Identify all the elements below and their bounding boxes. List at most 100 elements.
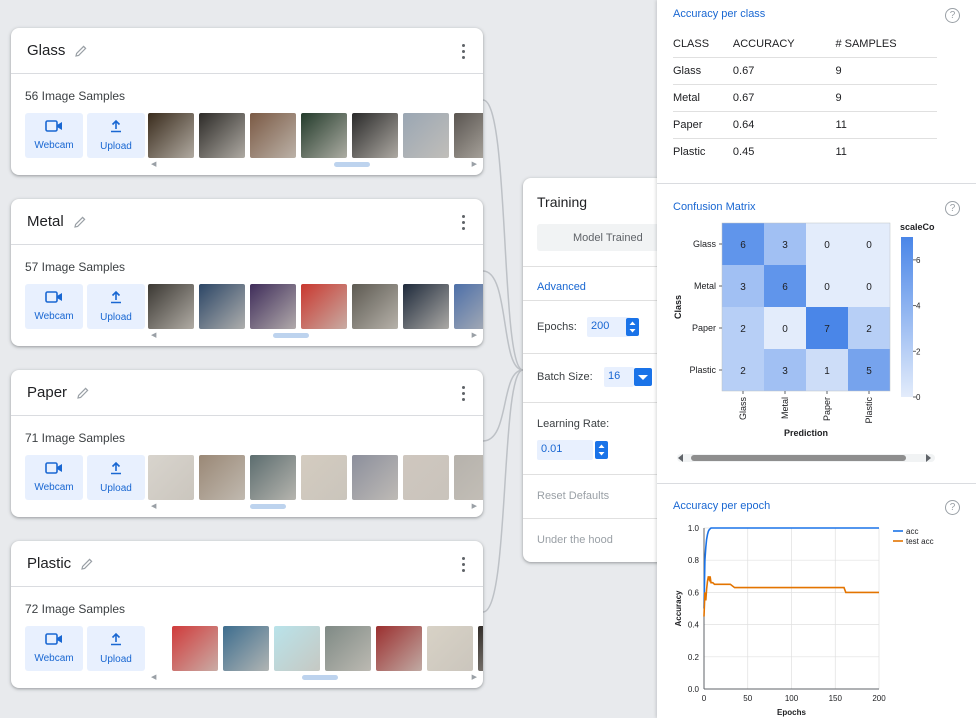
table-cell: 0.67 bbox=[732, 83, 836, 111]
sample-thumbnail[interactable] bbox=[376, 626, 422, 671]
table-header: # SAMPLES bbox=[835, 38, 897, 51]
webcam-button[interactable]: Webcam bbox=[25, 113, 83, 158]
sample-thumbnail[interactable] bbox=[301, 455, 347, 500]
sample-thumbnail[interactable] bbox=[454, 455, 483, 500]
sample-thumbnail[interactable] bbox=[223, 626, 269, 671]
sample-thumbnails bbox=[148, 284, 483, 329]
upload-icon bbox=[109, 632, 123, 649]
edit-pencil-icon[interactable] bbox=[76, 386, 90, 400]
x-tick-label: 150 bbox=[829, 694, 843, 703]
sample-count: 56 Image Samples bbox=[25, 89, 126, 103]
class-name[interactable]: Plastic bbox=[27, 555, 71, 572]
edit-pencil-icon[interactable] bbox=[80, 557, 94, 571]
help-icon[interactable]: ? bbox=[945, 8, 960, 23]
batch-size-dropdown-icon[interactable] bbox=[634, 368, 652, 386]
more-options-icon[interactable] bbox=[462, 44, 465, 59]
learning-rate-stepper[interactable] bbox=[595, 441, 608, 459]
table-cell: 9 bbox=[835, 56, 937, 84]
class-card-glass: Glass 56 Image Samples Webcam Upload ◀ ▶ bbox=[11, 28, 483, 175]
scroll-left-icon[interactable]: ◀ bbox=[151, 502, 156, 510]
epochs-input[interactable]: 200 bbox=[587, 317, 631, 337]
color-scale-tick: 2 bbox=[916, 347, 921, 356]
scroll-right-icon[interactable]: ▶ bbox=[472, 502, 477, 510]
sample-thumbnails bbox=[172, 626, 483, 671]
class-name[interactable]: Metal bbox=[27, 213, 64, 230]
sample-thumbnail[interactable] bbox=[274, 626, 320, 671]
scroll-left-icon[interactable]: ◀ bbox=[151, 673, 156, 681]
scroll-right-icon[interactable]: ▶ bbox=[472, 673, 477, 681]
scrollbar-thumb[interactable] bbox=[691, 455, 906, 461]
sample-thumbnail[interactable] bbox=[199, 113, 245, 158]
webcam-button[interactable]: Webcam bbox=[25, 284, 83, 329]
sample-thumbnail[interactable] bbox=[301, 284, 347, 329]
thumbnail-scrollbar[interactable]: ◀ ▶ bbox=[151, 160, 477, 168]
more-options-icon[interactable] bbox=[462, 557, 465, 572]
table-cell: Metal bbox=[673, 83, 733, 111]
scroll-left-icon[interactable]: ◀ bbox=[151, 160, 156, 168]
advanced-toggle[interactable]: Advanced bbox=[537, 281, 586, 293]
sample-thumbnail[interactable] bbox=[250, 284, 296, 329]
edit-pencil-icon[interactable] bbox=[73, 215, 87, 229]
table-cell: 11 bbox=[835, 110, 937, 138]
webcam-icon bbox=[45, 462, 63, 477]
sample-thumbnail[interactable] bbox=[403, 455, 449, 500]
sample-thumbnail[interactable] bbox=[148, 455, 194, 500]
sample-thumbnail[interactable] bbox=[172, 626, 218, 671]
thumbnail-scrollbar[interactable]: ◀ ▶ bbox=[151, 331, 477, 339]
sample-count: 57 Image Samples bbox=[25, 260, 126, 274]
epochs-stepper[interactable] bbox=[626, 318, 639, 336]
thumbnail-scrollbar[interactable]: ◀ ▶ bbox=[151, 502, 477, 510]
upload-button[interactable]: Upload bbox=[87, 626, 145, 671]
sample-thumbnail[interactable] bbox=[250, 455, 296, 500]
upload-button[interactable]: Upload bbox=[87, 284, 145, 329]
class-name[interactable]: Paper bbox=[27, 384, 67, 401]
sample-thumbnail[interactable] bbox=[454, 113, 483, 158]
sample-thumbnail[interactable] bbox=[478, 626, 483, 671]
x-tick-label: 50 bbox=[743, 694, 752, 703]
learning-rate-input[interactable]: 0.01 bbox=[537, 440, 593, 460]
matrix-col-label: Metal bbox=[780, 397, 790, 419]
model-trained-button[interactable]: Model Trained bbox=[537, 224, 663, 251]
x-tick-label: 0 bbox=[702, 694, 707, 703]
upload-label: Upload bbox=[100, 141, 132, 152]
edit-pencil-icon[interactable] bbox=[74, 44, 88, 58]
scroll-right-icon[interactable]: ▶ bbox=[472, 331, 477, 339]
under-the-hood-button[interactable]: Under the hood bbox=[537, 534, 613, 546]
scroll-right-icon[interactable]: ▶ bbox=[472, 160, 477, 168]
sample-thumbnail[interactable] bbox=[148, 113, 194, 158]
webcam-button[interactable]: Webcam bbox=[25, 626, 83, 671]
sample-thumbnail[interactable] bbox=[352, 113, 398, 158]
scrollbar-thumb[interactable] bbox=[301, 675, 338, 680]
sample-thumbnail[interactable] bbox=[403, 284, 449, 329]
sample-thumbnail[interactable] bbox=[454, 284, 483, 329]
table-cell: Plastic bbox=[673, 137, 733, 165]
sample-thumbnail[interactable] bbox=[199, 284, 245, 329]
scrollbar-thumb[interactable] bbox=[333, 162, 370, 167]
scrollbar-thumb[interactable] bbox=[272, 333, 309, 338]
reset-defaults-button[interactable]: Reset Defaults bbox=[537, 490, 609, 502]
sample-thumbnail[interactable] bbox=[148, 284, 194, 329]
matrix-cell-value: 0 bbox=[824, 282, 830, 293]
table-header: CLASS bbox=[673, 38, 710, 51]
more-options-icon[interactable] bbox=[462, 215, 465, 230]
sample-thumbnail[interactable] bbox=[403, 113, 449, 158]
sample-thumbnail[interactable] bbox=[301, 113, 347, 158]
upload-button[interactable]: Upload bbox=[87, 113, 145, 158]
more-options-icon[interactable] bbox=[462, 386, 465, 401]
scrollbar-thumb[interactable] bbox=[249, 504, 286, 509]
matrix-row-label: Glass bbox=[693, 239, 717, 249]
class-card-paper: Paper 71 Image Samples Webcam Upload ◀ ▶ bbox=[11, 370, 483, 517]
sample-thumbnail[interactable] bbox=[199, 455, 245, 500]
scroll-left-icon[interactable]: ◀ bbox=[151, 331, 156, 339]
upload-button[interactable]: Upload bbox=[87, 455, 145, 500]
sample-thumbnail[interactable] bbox=[427, 626, 473, 671]
webcam-button[interactable]: Webcam bbox=[25, 455, 83, 500]
sample-thumbnail[interactable] bbox=[325, 626, 371, 671]
sample-thumbnail[interactable] bbox=[352, 455, 398, 500]
class-name[interactable]: Glass bbox=[27, 42, 65, 59]
sample-thumbnail[interactable] bbox=[250, 113, 296, 158]
help-icon[interactable]: ? bbox=[945, 500, 960, 515]
sample-thumbnail[interactable] bbox=[352, 284, 398, 329]
batch-size-select[interactable]: 16 bbox=[604, 367, 634, 387]
thumbnail-scrollbar[interactable]: ◀ ▶ bbox=[151, 673, 477, 681]
